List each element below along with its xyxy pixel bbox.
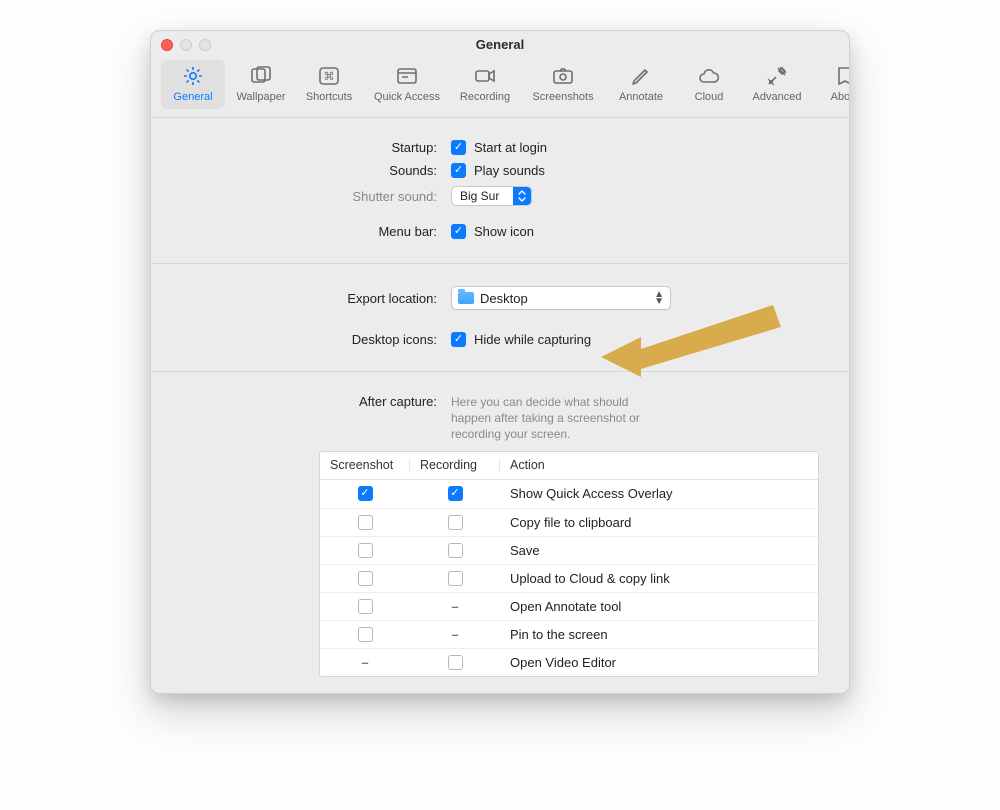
play-sounds-checkbox[interactable]: ✓ [451,163,466,178]
close-window-button[interactable] [161,39,173,51]
zoom-window-button[interactable] [199,39,211,51]
shutter-sound-label: Shutter sound: [151,189,451,204]
table-header: Screenshot Recording Action [320,452,818,480]
action-checkbox-screenshot[interactable] [358,627,373,642]
tab-wallpaper[interactable]: Wallpaper [229,60,293,109]
tab-label: Cloud [679,91,739,103]
preferences-toolbar: General Wallpaper ⌘ Shortcuts Quick Access Re… [151,54,849,117]
table-row: Copy file to clipboard [320,508,818,536]
action-checkbox-recording[interactable] [448,571,463,586]
action-name: Copy file to clipboard [500,515,818,530]
export-location-label: Export location: [151,291,451,306]
preferences-window: General General Wallpaper ⌘ Shortcuts Quick … [150,30,850,694]
action-checkbox-screenshot[interactable] [358,599,373,614]
after-capture-table: Screenshot Recording Action ✓ ✓ Show Quick… [319,451,819,677]
tab-screenshots[interactable]: Screenshots [521,60,605,109]
hide-desktop-icons-text: Hide while capturing [474,332,591,347]
tab-label: Shortcuts [299,91,359,103]
folder-icon [458,292,474,304]
after-capture-hint: Here you can decide what should happen a… [451,394,661,443]
export-location-popup[interactable]: Desktop ▲▼ [451,286,671,310]
traffic-lights [161,39,211,51]
chevron-updown-icon [513,187,531,205]
start-at-login-text: Start at login [474,140,547,155]
not-applicable-icon: – [451,599,458,614]
action-name: Open Video Editor [500,655,818,670]
action-checkbox-screenshot[interactable]: ✓ [358,486,373,501]
hide-desktop-icons-checkbox[interactable]: ✓ [451,332,466,347]
shutter-sound-popup[interactable]: Big Sur [451,186,532,206]
action-name: Pin to the screen [500,627,818,642]
tab-label: Advanced [747,91,807,103]
table-row: – Open Video Editor [320,648,818,676]
play-sounds-text: Play sounds [474,163,545,178]
action-checkbox-screenshot[interactable] [358,515,373,530]
action-name: Show Quick Access Overlay [500,486,818,501]
svg-text:⌘: ⌘ [324,71,335,83]
export-location-value: Desktop [480,291,528,306]
minimize-window-button[interactable] [180,39,192,51]
tab-label: Recording [455,91,515,103]
menubar-label: Menu bar: [151,224,451,239]
col-screenshot[interactable]: Screenshot [320,458,410,472]
action-checkbox-screenshot[interactable] [358,571,373,586]
tab-recording[interactable]: Recording [453,60,517,109]
action-name: Open Annotate tool [500,599,818,614]
start-at-login-checkbox[interactable]: ✓ [451,140,466,155]
titlebar: General [151,31,849,54]
action-name: Save [500,543,818,558]
col-recording[interactable]: Recording [410,458,500,472]
show-menubar-icon-text: Show icon [474,224,534,239]
not-applicable-icon: – [451,627,458,642]
action-checkbox-recording[interactable] [448,543,463,558]
tab-shortcuts[interactable]: ⌘ Shortcuts [297,60,361,109]
table-row: Save [320,536,818,564]
shutter-sound-value: Big Sur [452,189,513,203]
tab-annotate[interactable]: Annotate [609,60,673,109]
table-row: – Pin to the screen [320,620,818,648]
tab-label: About [815,91,850,103]
tab-general[interactable]: General [161,60,225,109]
sounds-label: Sounds: [151,163,451,178]
not-applicable-icon: – [361,655,368,670]
tab-label: Quick Access [367,91,447,103]
tab-cloud[interactable]: Cloud [677,60,741,109]
startup-label: Startup: [151,140,451,155]
tab-quick-access[interactable]: Quick Access [365,60,449,109]
general-panel: Startup: ✓ Start at login Sounds: ✓ Play… [151,118,849,693]
action-checkbox-recording[interactable] [448,515,463,530]
action-checkbox-recording[interactable] [448,655,463,670]
action-name: Upload to Cloud & copy link [500,571,818,586]
tab-label: Screenshots [523,91,603,103]
window-title: General [476,37,524,52]
show-menubar-icon-checkbox[interactable]: ✓ [451,224,466,239]
table-row: ✓ ✓ Show Quick Access Overlay [320,480,818,508]
desktop-icons-label: Desktop icons: [151,332,451,347]
after-capture-label: After capture: [151,394,451,409]
action-checkbox-recording[interactable]: ✓ [448,486,463,501]
tab-label: Annotate [611,91,671,103]
tab-advanced[interactable]: Advanced [745,60,809,109]
table-row: – Open Annotate tool [320,592,818,620]
action-checkbox-screenshot[interactable] [358,543,373,558]
chevron-updown-icon: ▲▼ [654,291,664,305]
col-action[interactable]: Action [500,458,818,472]
table-row: Upload to Cloud & copy link [320,564,818,592]
tab-label: Wallpaper [231,91,291,103]
tab-about[interactable]: About [813,60,850,109]
tab-label: General [163,91,223,103]
